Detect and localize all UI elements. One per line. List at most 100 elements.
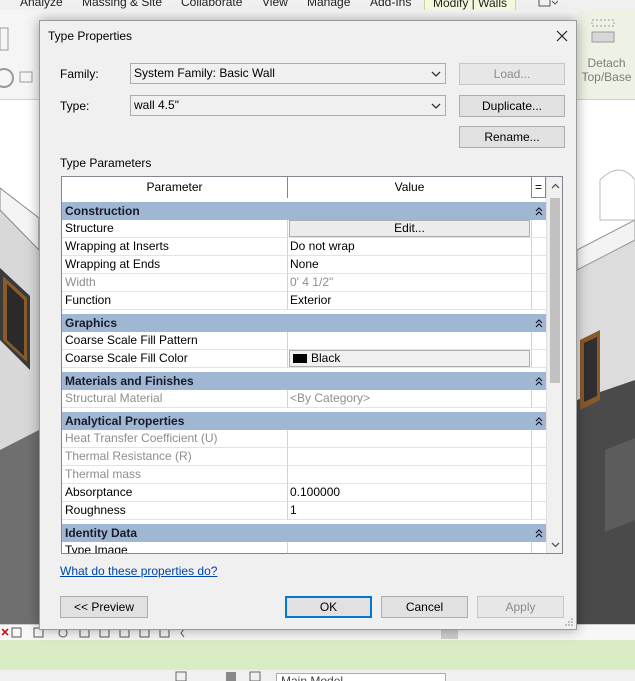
duplicate-button[interactable]: Duplicate... [459, 95, 565, 117]
load-button[interactable]: Load... [459, 63, 565, 85]
parameter-value [288, 430, 532, 448]
parameter-value[interactable]: 1 [288, 502, 532, 520]
collapse-icon[interactable] [532, 202, 546, 220]
group-header[interactable]: Materials and Finishes [62, 372, 546, 390]
parameter-value[interactable]: Do not wrap [288, 238, 532, 256]
parameter-row: Wrapping at Inserts Do not wrap [62, 238, 546, 256]
group-name: Materials and Finishes [65, 374, 194, 388]
edit-structure-button[interactable]: Edit... [289, 220, 530, 237]
ribbon-options-icon[interactable] [538, 0, 559, 10]
parameter-rows: Construction Structure Edit... Wrapping at … [62, 202, 546, 553]
family-dropdown[interactable]: System Family: Basic Wall [130, 63, 446, 84]
row-spacer [532, 466, 546, 484]
parameter-row: Thermal mass [62, 466, 546, 484]
row-spacer [532, 502, 546, 520]
help-link[interactable]: What do these properties do? [60, 564, 217, 578]
parameter-name: Structural Material [62, 390, 288, 408]
parameter-value[interactable] [288, 332, 532, 350]
parameter-value [288, 448, 532, 466]
parameter-value[interactable]: Exterior [288, 292, 532, 310]
grid-scrollbar[interactable] [546, 177, 562, 553]
collapse-icon[interactable] [532, 524, 546, 542]
preview-button[interactable]: << Preview [60, 596, 148, 618]
parameter-row: Coarse Scale Fill Pattern [62, 332, 546, 350]
ribbon-tab-addins[interactable]: Add-Ins [370, 0, 411, 9]
row-spacer [532, 292, 546, 310]
detach-top-base-label[interactable]: Detach Top/Base [578, 56, 635, 84]
parameter-row: Coarse Scale Fill Color Black [62, 350, 546, 368]
parameter-name: Wrapping at Ends [62, 256, 288, 274]
parameter-value[interactable]: 0.100000 [288, 484, 532, 502]
ok-button[interactable]: OK [285, 596, 372, 618]
parameter-name: Function [62, 292, 288, 310]
row-spacer [532, 390, 546, 408]
collapse-icon[interactable] [532, 372, 546, 390]
parameter-name: Absorptance [62, 484, 288, 502]
group-header[interactable]: Construction [62, 202, 546, 220]
parameter-row: Wrapping at Ends None [62, 256, 546, 274]
type-properties-dialog: Type Properties Family: System Family: B… [39, 20, 577, 630]
bottom-toolbar: Main Model [0, 670, 635, 681]
parameter-name: Width [62, 274, 288, 292]
ribbon-panel-modify-wall [578, 10, 635, 100]
color-swatch [293, 354, 307, 363]
family-label: Family: [60, 67, 99, 81]
parameter-row: Heat Transfer Coefficient (U) [62, 430, 546, 448]
view-model-dropdown[interactable]: Main Model [276, 673, 446, 681]
detach-top-base-icon[interactable] [588, 18, 618, 50]
type-label: Type: [60, 99, 90, 113]
group-header[interactable]: Identity Data [62, 524, 546, 542]
ribbon-tab-massing[interactable]: Massing & Site [82, 0, 162, 9]
row-spacer [532, 274, 546, 292]
collapse-icon[interactable] [532, 314, 546, 332]
close-icon[interactable] [552, 26, 572, 46]
parameter-value[interactable] [288, 542, 532, 553]
collapse-icon[interactable] [532, 412, 546, 430]
ribbon-tool-icons[interactable] [0, 20, 40, 100]
parameter-row: Structure Edit... [62, 220, 546, 238]
type-value: wall 4.5" [134, 98, 179, 112]
ribbon-tab-collaborate[interactable]: Collaborate [181, 0, 242, 9]
parameter-name: Thermal Resistance (R) [62, 448, 288, 466]
parameter-row: Function Exterior [62, 292, 546, 310]
parameter-row: Roughness 1 [62, 502, 546, 520]
row-spacer [532, 430, 546, 448]
parameter-name: Structure [62, 220, 288, 238]
dialog-title: Type Properties [48, 29, 133, 43]
parameter-row: Thermal Resistance (R) [62, 448, 546, 466]
type-dropdown[interactable]: wall 4.5" [130, 95, 446, 116]
row-spacer [532, 484, 546, 502]
rename-button[interactable]: Rename... [459, 126, 565, 148]
parameter-name: Coarse Scale Fill Pattern [62, 332, 288, 350]
parameter-value [288, 466, 532, 484]
type-parameters-grid: Parameter Value = Construction Structure E… [61, 176, 563, 554]
scroll-thumb[interactable] [550, 198, 560, 383]
parameter-name: Heat Transfer Coefficient (U) [62, 430, 288, 448]
parameter-value[interactable]: Black [288, 350, 532, 368]
color-name: Black [311, 351, 341, 365]
resize-grip-icon[interactable] [564, 617, 574, 627]
scroll-up-icon[interactable] [547, 177, 562, 194]
ribbon-tab-manage[interactable]: Manage [307, 0, 350, 9]
ribbon-tab-analyze[interactable]: Analyze [20, 0, 63, 9]
parameter-name: Wrapping at Inserts [62, 238, 288, 256]
parameter-name: Roughness [62, 502, 288, 520]
row-spacer [532, 220, 546, 238]
row-spacer [532, 256, 546, 274]
cancel-button[interactable]: Cancel [381, 596, 468, 618]
column-header-parameter[interactable]: Parameter [62, 177, 288, 198]
group-header[interactable]: Analytical Properties [62, 412, 546, 430]
sort-equals-button[interactable]: = [532, 177, 546, 198]
group-header[interactable]: Graphics [62, 314, 546, 332]
fill-color-button[interactable]: Black [289, 350, 530, 367]
parameter-value[interactable]: Edit... [288, 220, 532, 238]
group-name: Graphics [65, 316, 118, 330]
apply-button[interactable]: Apply [477, 596, 564, 618]
ribbon-tab-modify-walls[interactable]: Modify | Walls [424, 0, 517, 10]
ribbon-tab-view[interactable]: View [262, 0, 288, 9]
parameter-row: Structural Material <By Category> [62, 390, 546, 408]
scroll-down-icon[interactable] [547, 536, 562, 553]
column-header-value[interactable]: Value [288, 177, 532, 198]
parameter-value[interactable]: None [288, 256, 532, 274]
workset-icons[interactable] [170, 670, 270, 681]
